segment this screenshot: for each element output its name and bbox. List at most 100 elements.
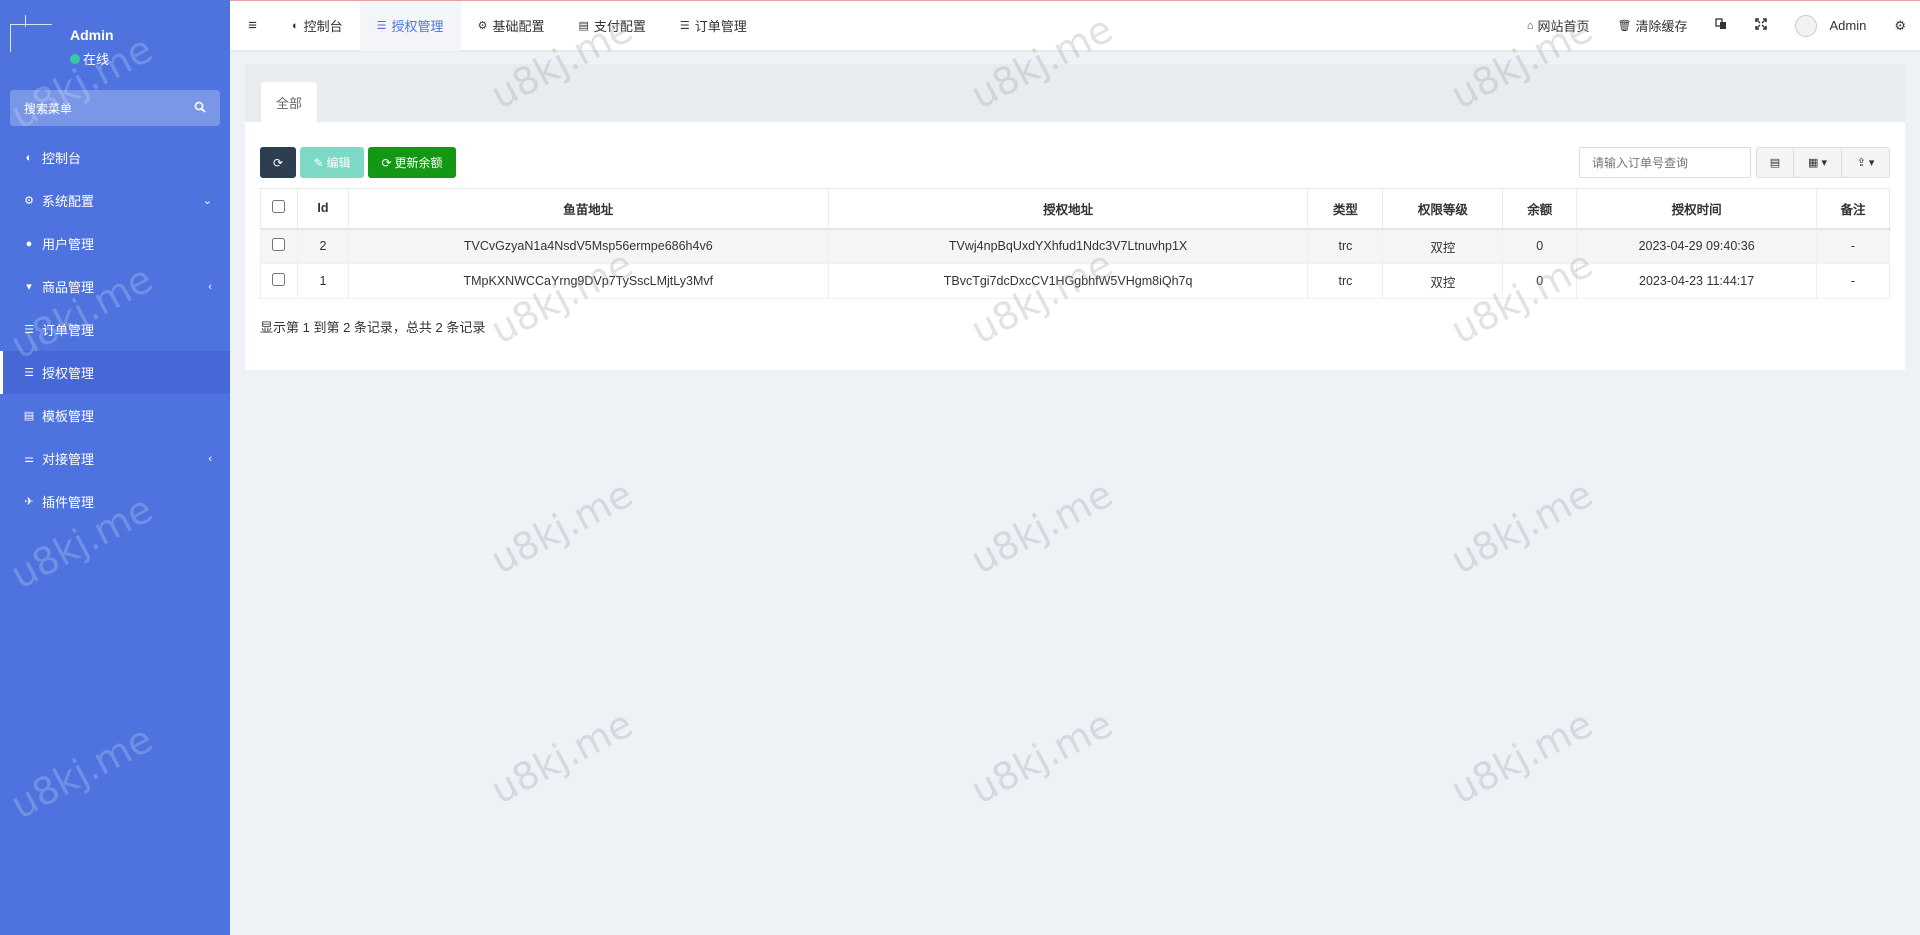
rocket-icon: ✈ bbox=[24, 496, 34, 508]
list-icon: ☰ bbox=[24, 367, 34, 379]
watermark: u8kj.me bbox=[963, 701, 1120, 813]
cell-id: 2 bbox=[296, 228, 349, 264]
chevron-left-icon: ‹ bbox=[208, 452, 212, 465]
user-panel: Admin 在线 bbox=[0, 0, 230, 80]
refresh-button[interactable]: ⟳ bbox=[260, 147, 296, 178]
sidebar-item-dashboard[interactable]: ◐ 控制台 bbox=[0, 136, 230, 179]
edit-label: 编辑 bbox=[326, 156, 351, 170]
watermark: u8kj.me bbox=[483, 471, 640, 583]
row-checkbox[interactable] bbox=[272, 238, 286, 252]
sidebar-item-label: 系统配置 bbox=[42, 194, 95, 209]
tab-all[interactable]: 全部 bbox=[261, 82, 317, 122]
sidebar-item-system-config[interactable]: ⚙ 系统配置 ⌄ bbox=[0, 179, 230, 222]
cell-fish-address: TVCvGzyaN1a4NsdV5Msp56ermpe686h4v6 bbox=[347, 228, 829, 264]
column-header[interactable]: 备注 bbox=[1816, 188, 1890, 230]
sidebar-item-label: 插件管理 bbox=[42, 495, 95, 510]
clear-cache-button[interactable]: 🗑 清除缓存 bbox=[1604, 16, 1702, 35]
sidebar-search[interactable]: 搜索菜单 bbox=[10, 90, 220, 126]
refresh-icon: ⟳ bbox=[381, 155, 392, 170]
sidebar-item-products[interactable]: ▾ 商品管理 ‹ bbox=[0, 265, 230, 308]
watermark: u8kj.me bbox=[963, 471, 1120, 583]
tab-payment-config[interactable]: ▤ 支付配置 bbox=[561, 1, 662, 51]
watermark: u8kj.me bbox=[3, 716, 160, 828]
sidebar-item-templates[interactable]: ▤ 模板管理 bbox=[0, 394, 230, 437]
chevron-down-icon: ⌄ bbox=[202, 195, 212, 207]
column-header[interactable]: 授权地址 bbox=[827, 188, 1309, 230]
sidebar-item-label: 订单管理 bbox=[42, 323, 95, 338]
export-icon: ⇪ ▾ bbox=[1856, 157, 1875, 169]
user-icon: ● bbox=[25, 237, 33, 250]
tab-label: 授权管理 bbox=[391, 19, 444, 34]
update-balance-label: 更新余额 bbox=[394, 156, 443, 170]
sidebar-item-orders[interactable]: ☰ 订单管理 bbox=[0, 308, 230, 351]
column-header[interactable]: 余额 bbox=[1502, 188, 1578, 230]
user-name: Admin bbox=[70, 27, 114, 43]
sidebar-item-plugins[interactable]: ✈ 插件管理 bbox=[0, 480, 230, 523]
avatar bbox=[1795, 14, 1818, 37]
dashboard-icon: ◐ bbox=[25, 151, 33, 164]
language-button[interactable] bbox=[1701, 18, 1741, 33]
search-icon[interactable] bbox=[194, 101, 206, 116]
edit-button[interactable]: ✎ 编辑 bbox=[300, 147, 364, 178]
main-panel: 全部 ⟳ ✎编辑 ⟳更新余额 ▤ ▦ ▾ ⇪ ▾ Id 鱼苗地址 授权地址 类型… bbox=[245, 64, 1905, 370]
export-dropdown[interactable]: ⇪ ▾ bbox=[1841, 148, 1889, 177]
clear-cache-label: 清除缓存 bbox=[1635, 19, 1688, 34]
column-header[interactable]: 授权时间 bbox=[1576, 188, 1818, 230]
menu-toggle-icon[interactable]: ≡ bbox=[230, 17, 275, 34]
update-balance-button[interactable]: ⟳ 更新余额 bbox=[368, 147, 456, 178]
settings-button[interactable]: ⚙ bbox=[1880, 18, 1920, 34]
tab-dashboard[interactable]: ◐ 控制台 bbox=[275, 1, 360, 51]
cell-note: - bbox=[1816, 228, 1890, 264]
gear-icon: ⚙ bbox=[477, 20, 488, 32]
dashboard-icon: ◐ bbox=[292, 19, 299, 32]
online-status-icon bbox=[70, 53, 80, 64]
sidebar-item-users[interactable]: ● 用户管理 bbox=[0, 222, 230, 265]
columns-dropdown[interactable]: ▦ ▾ bbox=[1793, 148, 1841, 177]
sidebar-item-label: 对接管理 bbox=[42, 452, 95, 467]
chevron-left-icon: ‹ bbox=[208, 280, 212, 293]
list-icon: ☰ bbox=[679, 20, 690, 32]
cell-type: trc bbox=[1307, 228, 1384, 264]
sidebar: Admin 在线 搜索菜单 ◐ 控制台 ⚙ 系统配置 ⌄ ● 用户管理 ▾ 商品管理 ‹ ☰… bbox=[0, 0, 230, 935]
watermark: u8kj.me bbox=[1443, 471, 1600, 583]
sidebar-item-authorization[interactable]: ☰ 授权管理 bbox=[0, 351, 230, 394]
row-checkbox[interactable] bbox=[272, 273, 286, 286]
cell-balance: 0 bbox=[1502, 228, 1578, 264]
card-view-button[interactable]: ▤ bbox=[1757, 148, 1793, 177]
authorization-table: Id 鱼苗地址 授权地址 类型 权限等级 余额 授权时间 备注 2 TVCvGz… bbox=[260, 188, 1890, 299]
column-header[interactable]: 权限等级 bbox=[1382, 188, 1504, 230]
select-all-checkbox[interactable] bbox=[272, 200, 286, 214]
table-row[interactable]: 2 TVCvGzyaN1a4NsdV5Msp56ermpe686h4v6 TVw… bbox=[260, 228, 1890, 264]
sidebar-search-label: 搜索菜单 bbox=[24, 101, 73, 116]
sidebar-item-label: 模板管理 bbox=[42, 409, 95, 424]
cell-type: trc bbox=[1307, 263, 1384, 299]
columns-icon: ▦ ▾ bbox=[1808, 157, 1827, 169]
sidebar-item-label: 授权管理 bbox=[42, 366, 95, 381]
column-header[interactable]: 鱼苗地址 bbox=[347, 188, 829, 230]
tab-basic-config[interactable]: ⚙ 基础配置 bbox=[461, 1, 562, 51]
table-icon: ▤ bbox=[23, 410, 35, 422]
filter-tabbar: 全部 bbox=[245, 64, 1905, 122]
home-link[interactable]: ⌂ 网站首页 bbox=[1513, 16, 1604, 35]
sidebar-item-integration[interactable]: ⚌ 对接管理 ‹ bbox=[0, 437, 230, 480]
user-avatar bbox=[10, 15, 52, 52]
sidebar-item-label: 用户管理 bbox=[42, 237, 95, 252]
list-view-icon: ▤ bbox=[1769, 157, 1781, 169]
list-icon: ☰ bbox=[376, 20, 387, 32]
fullscreen-button[interactable] bbox=[1741, 18, 1781, 33]
tab-label: 订单管理 bbox=[694, 19, 747, 34]
column-header[interactable]: 类型 bbox=[1307, 188, 1384, 230]
table-toolbar-right: ▤ ▦ ▾ ⇪ ▾ bbox=[1579, 147, 1890, 178]
tab-authorization[interactable]: ☰ 授权管理 bbox=[359, 0, 461, 51]
cell-time: 2023-04-23 11:44:17 bbox=[1576, 263, 1818, 299]
cell-id: 1 bbox=[296, 263, 349, 299]
user-menu[interactable]: Admin bbox=[1781, 14, 1880, 37]
table-icon: ▤ bbox=[578, 20, 589, 32]
top-navbar: ≡ ◐ 控制台 ☰ 授权管理 ⚙ 基础配置 ▤ 支付配置 ☰ 订单管理 ⌂ 网站首页 🗑 清除… bbox=[230, 0, 1920, 51]
table-row[interactable]: 1 TMpKXNWCCaYrng9DVp7TySscLMjtLy3Mvf TBv… bbox=[260, 263, 1890, 299]
row-select-cell bbox=[260, 263, 298, 299]
order-search-input[interactable] bbox=[1579, 147, 1751, 178]
tab-orders[interactable]: ☰ 订单管理 bbox=[663, 1, 764, 51]
column-header[interactable]: Id bbox=[296, 188, 349, 230]
fullscreen-icon bbox=[1755, 18, 1768, 33]
